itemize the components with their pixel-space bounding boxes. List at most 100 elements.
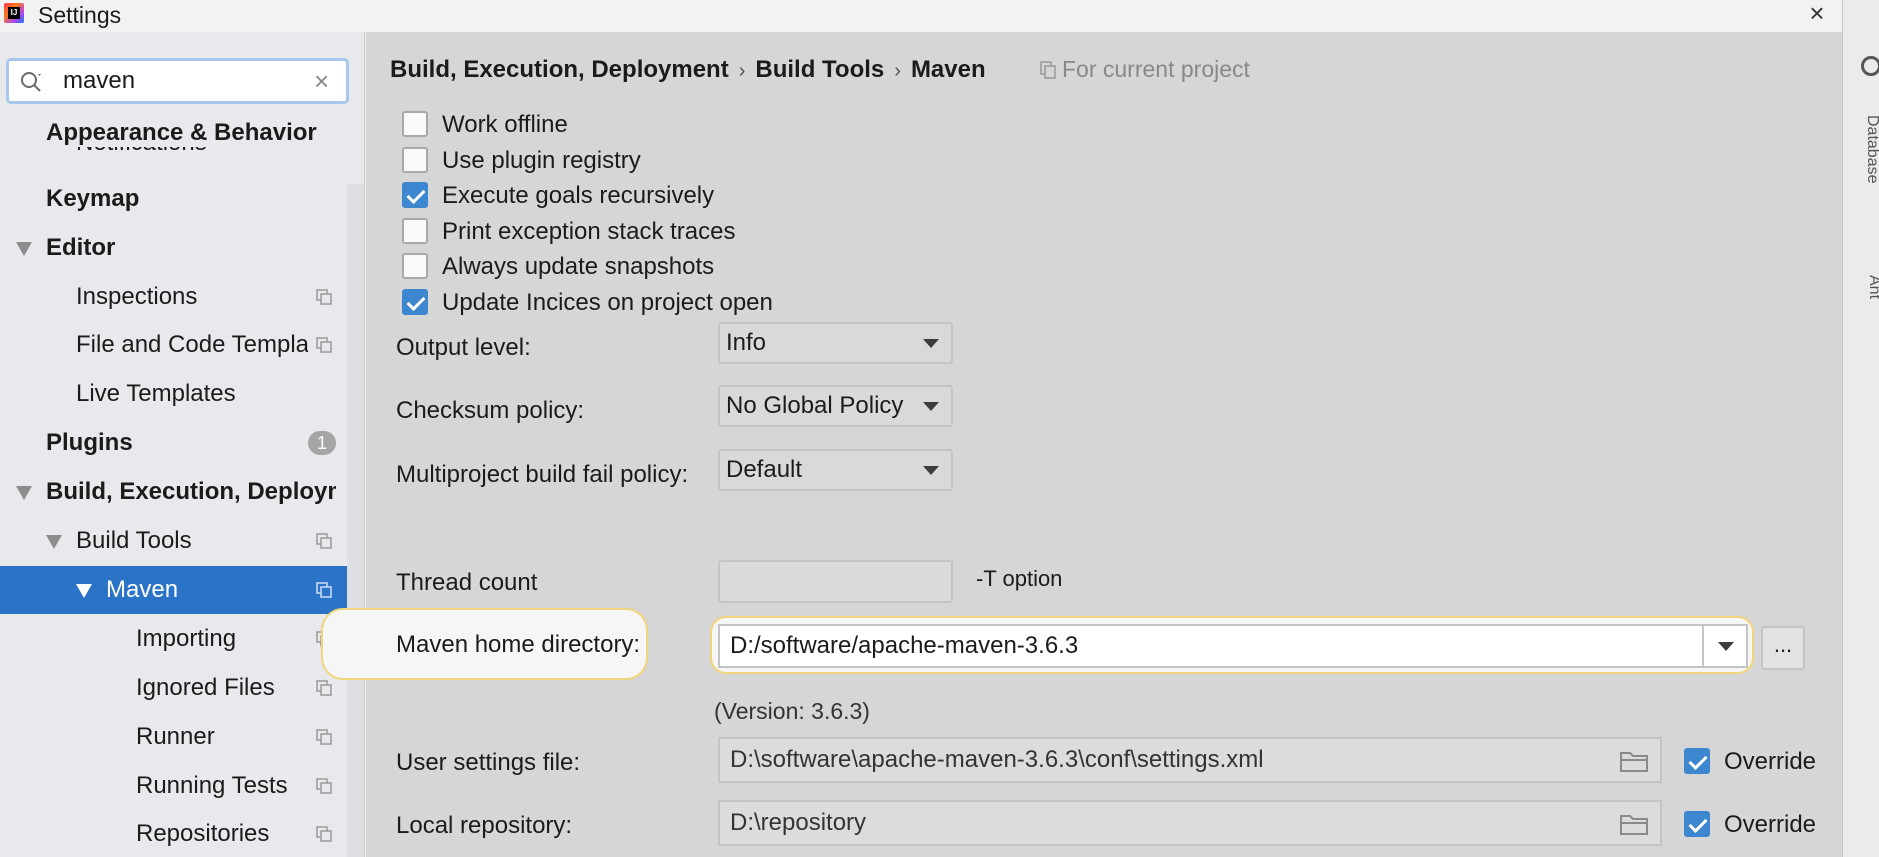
intellij-logo-icon: IJ (4, 3, 24, 23)
tree-item-notifications[interactable]: Notifications (0, 147, 364, 163)
maven-settings-panel: Build, Execution, Deployment › Build Tools… (321, 32, 1842, 857)
multiproject-fail-policy-label: Multiproject build fail policy: (396, 461, 689, 488)
tree-item-runner[interactable]: Runner (0, 713, 364, 761)
tree-item-label: Editor (46, 234, 116, 261)
tree-item-plugins[interactable]: Plugins 1 (0, 419, 364, 467)
output-level-label: Output level: (396, 334, 531, 361)
option-label: Always update snapshots (442, 253, 715, 280)
tree-item-inspections[interactable]: Inspections (0, 273, 364, 321)
tree-item-maven[interactable]: Maven (0, 566, 364, 614)
work-offline-checkbox[interactable] (402, 111, 428, 137)
use-plugin-registry-checkbox[interactable] (402, 147, 428, 173)
execute-goals-recursively-checkbox[interactable] (402, 182, 428, 208)
checksum-policy-value: No Global Policy (726, 392, 904, 419)
checksum-policy-label: Checksum policy: (396, 397, 585, 424)
settings-sidebar: × Appearance & Behavior Notifications Ke… (0, 32, 365, 857)
local-repository-field[interactable]: D:\repository (718, 800, 1662, 846)
local-repository-label: Local repository: (396, 812, 573, 839)
maven-home-input[interactable]: D:/software/apache-maven-3.6.3 (718, 624, 1748, 668)
tree-item-importing[interactable]: Importing (0, 615, 364, 663)
tree-item-ignored-files[interactable]: Ignored Files (0, 664, 364, 712)
close-window-button[interactable]: × (1802, 0, 1832, 29)
tree-item-live-templates[interactable]: Live Templates (0, 370, 364, 418)
ant-tool-tab[interactable]: Ant (1865, 275, 1879, 299)
tree-item-editor[interactable]: Editor (0, 224, 364, 272)
tree-item-file-code-templates[interactable]: File and Code Templat (0, 321, 364, 369)
update-indices-checkbox[interactable] (402, 289, 428, 315)
expand-arrow-icon[interactable] (16, 486, 32, 500)
multiproject-fail-policy-dropdown[interactable]: Default (718, 449, 953, 491)
project-scope-icon (1040, 61, 1056, 79)
maven-version-text: (Version: 3.6.3) (714, 698, 870, 724)
user-settings-field[interactable]: D:\software\apache-maven-3.6.3\conf\sett… (718, 737, 1662, 783)
tree-item-repositories[interactable]: Repositories (0, 810, 364, 857)
user-settings-override-checkbox[interactable] (1684, 748, 1710, 774)
clear-search-icon[interactable]: × (314, 66, 329, 96)
breadcrumb-separator: › (738, 60, 746, 82)
tree-item-label: Live Templates (76, 380, 236, 407)
tree-item-label: Build, Execution, Deploym (46, 478, 336, 505)
option-label: Execute goals recursively (442, 182, 715, 209)
output-level-dropdown[interactable]: Info (718, 322, 953, 364)
output-level-value: Info (726, 329, 767, 356)
project-scope-icon (316, 533, 332, 549)
plugins-update-badge: 1 (308, 431, 336, 455)
search-input[interactable] (63, 66, 303, 96)
user-settings-label: User settings file: (396, 749, 581, 776)
chevron-down-icon (1718, 642, 1734, 651)
folder-icon[interactable] (1620, 813, 1648, 835)
tree-item-label: Runner (136, 723, 215, 750)
tree-item-label: Ignored Files (136, 674, 275, 701)
local-repository-value: D:\repository (730, 809, 867, 836)
project-scope-icon (316, 582, 332, 598)
tree-item-label: Build Tools (76, 527, 192, 554)
folder-icon[interactable] (1620, 750, 1648, 772)
maven-home-dropdown-button[interactable] (1702, 626, 1746, 666)
logo-text: IJ (8, 7, 20, 19)
tree-item-label: File and Code Templat (76, 331, 308, 358)
option-label: Print exception stack traces (442, 218, 736, 245)
thread-count-label: Thread count (396, 569, 538, 596)
always-update-snapshots-checkbox[interactable] (402, 253, 428, 279)
browse-maven-home-button[interactable]: ... (1761, 626, 1805, 670)
search-icon[interactable] (1861, 56, 1879, 76)
tree-item-label: Plugins (46, 429, 133, 456)
user-settings-value: D:\software\apache-maven-3.6.3\conf\sett… (730, 746, 1264, 773)
tree-item-running-tests[interactable]: Running Tests (0, 762, 364, 810)
expand-arrow-icon[interactable] (46, 535, 62, 549)
override-label: Override (1724, 811, 1817, 838)
project-scope-icon (316, 826, 332, 842)
window-title: Settings (38, 2, 122, 28)
override-label: Override (1724, 748, 1817, 775)
breadcrumb-item: Maven (910, 56, 986, 83)
tree-item-label: Inspections (76, 283, 198, 310)
settings-search-box[interactable]: × (6, 58, 349, 104)
print-exception-stack-traces-checkbox[interactable] (402, 218, 428, 244)
project-scope-icon (316, 289, 332, 305)
tree-item-label: Notifications (76, 147, 207, 163)
chevron-down-icon (923, 402, 939, 411)
tree-item-label: Keymap (46, 185, 140, 212)
expand-arrow-icon[interactable] (16, 242, 32, 256)
thread-count-input[interactable] (718, 560, 953, 603)
sidebar-scrollbar[interactable] (347, 184, 364, 857)
local-repository-override-checkbox[interactable] (1684, 811, 1710, 837)
search-icon (21, 72, 41, 92)
tree-item-keymap[interactable]: Keymap (0, 175, 364, 223)
chevron-down-icon (923, 339, 939, 348)
tree-item-build-tools[interactable]: Build Tools (0, 517, 364, 565)
breadcrumb: Build, Execution, Deployment › Build Tools… (390, 56, 986, 84)
checksum-policy-dropdown[interactable]: No Global Policy (718, 385, 953, 427)
tree-item-label: Running Tests (136, 772, 288, 799)
expand-arrow-icon[interactable] (76, 584, 92, 598)
tree-item-build-execution-deployment[interactable]: Build, Execution, Deploym (0, 468, 364, 516)
tree-item-appearance-behavior[interactable]: Appearance & Behavior (0, 115, 364, 151)
tree-item-label: Importing (136, 625, 237, 652)
option-label: Update Incices on project open (442, 289, 773, 316)
project-scope-icon (316, 337, 332, 353)
title-bar: IJ Settings × (0, 0, 1842, 32)
project-scope-icon (316, 778, 332, 794)
thread-count-hint: -T option (976, 566, 1063, 591)
database-tool-tab[interactable]: Database (1863, 115, 1879, 184)
option-label: Use plugin registry (442, 147, 641, 174)
